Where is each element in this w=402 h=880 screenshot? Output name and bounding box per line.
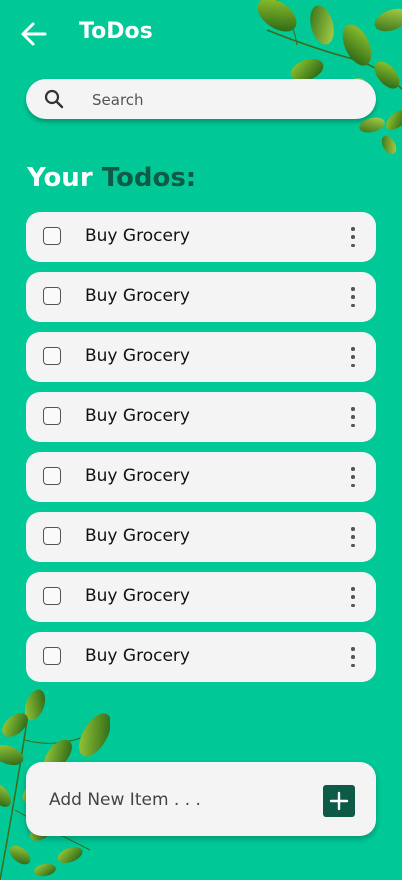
more-vertical-icon[interactable]: [348, 227, 358, 247]
todo-list: Buy Grocery Buy Grocery Buy Grocery Buy …: [26, 212, 376, 692]
todo-item[interactable]: Buy Grocery: [26, 392, 376, 442]
page-title: ToDos: [79, 19, 153, 44]
heading-todos: Todos:: [101, 163, 197, 193]
todo-checkbox[interactable]: [43, 647, 61, 665]
search-input[interactable]: [90, 87, 354, 113]
todo-checkbox[interactable]: [43, 347, 61, 365]
more-vertical-icon[interactable]: [348, 287, 358, 307]
todo-item[interactable]: Buy Grocery: [26, 632, 376, 682]
todo-label: Buy Grocery: [85, 586, 190, 606]
arrow-left-icon: [21, 22, 47, 46]
todo-item[interactable]: Buy Grocery: [26, 452, 376, 502]
search-bar[interactable]: [26, 79, 376, 119]
todo-label: Buy Grocery: [85, 646, 190, 666]
more-vertical-icon[interactable]: [348, 467, 358, 487]
todo-checkbox[interactable]: [43, 407, 61, 425]
todo-label: Buy Grocery: [85, 466, 190, 486]
todo-label: Buy Grocery: [85, 406, 190, 426]
todo-label: Buy Grocery: [85, 346, 190, 366]
more-vertical-icon[interactable]: [348, 647, 358, 667]
back-button[interactable]: [18, 18, 50, 50]
search-icon: [44, 89, 64, 109]
todo-item[interactable]: Buy Grocery: [26, 572, 376, 622]
more-vertical-icon[interactable]: [348, 587, 358, 607]
more-vertical-icon[interactable]: [348, 407, 358, 427]
todo-item[interactable]: Buy Grocery: [26, 212, 376, 262]
todo-checkbox[interactable]: [43, 467, 61, 485]
section-heading: Your Todos:: [27, 163, 196, 193]
more-vertical-icon[interactable]: [348, 347, 358, 367]
plus-icon: [329, 791, 349, 811]
add-item-input[interactable]: [47, 786, 301, 814]
todo-item[interactable]: Buy Grocery: [26, 272, 376, 322]
app-header: ToDos: [0, 0, 402, 66]
todo-label: Buy Grocery: [85, 226, 190, 246]
todo-label: Buy Grocery: [85, 526, 190, 546]
todo-label: Buy Grocery: [85, 286, 190, 306]
todo-checkbox[interactable]: [43, 287, 61, 305]
todo-item[interactable]: Buy Grocery: [26, 332, 376, 382]
more-vertical-icon[interactable]: [348, 527, 358, 547]
todo-item[interactable]: Buy Grocery: [26, 512, 376, 562]
add-item-button[interactable]: [323, 785, 355, 817]
todo-checkbox[interactable]: [43, 527, 61, 545]
add-item-bar: [26, 762, 376, 836]
todo-checkbox[interactable]: [43, 587, 61, 605]
heading-your: Your: [27, 163, 93, 193]
todo-checkbox[interactable]: [43, 227, 61, 245]
